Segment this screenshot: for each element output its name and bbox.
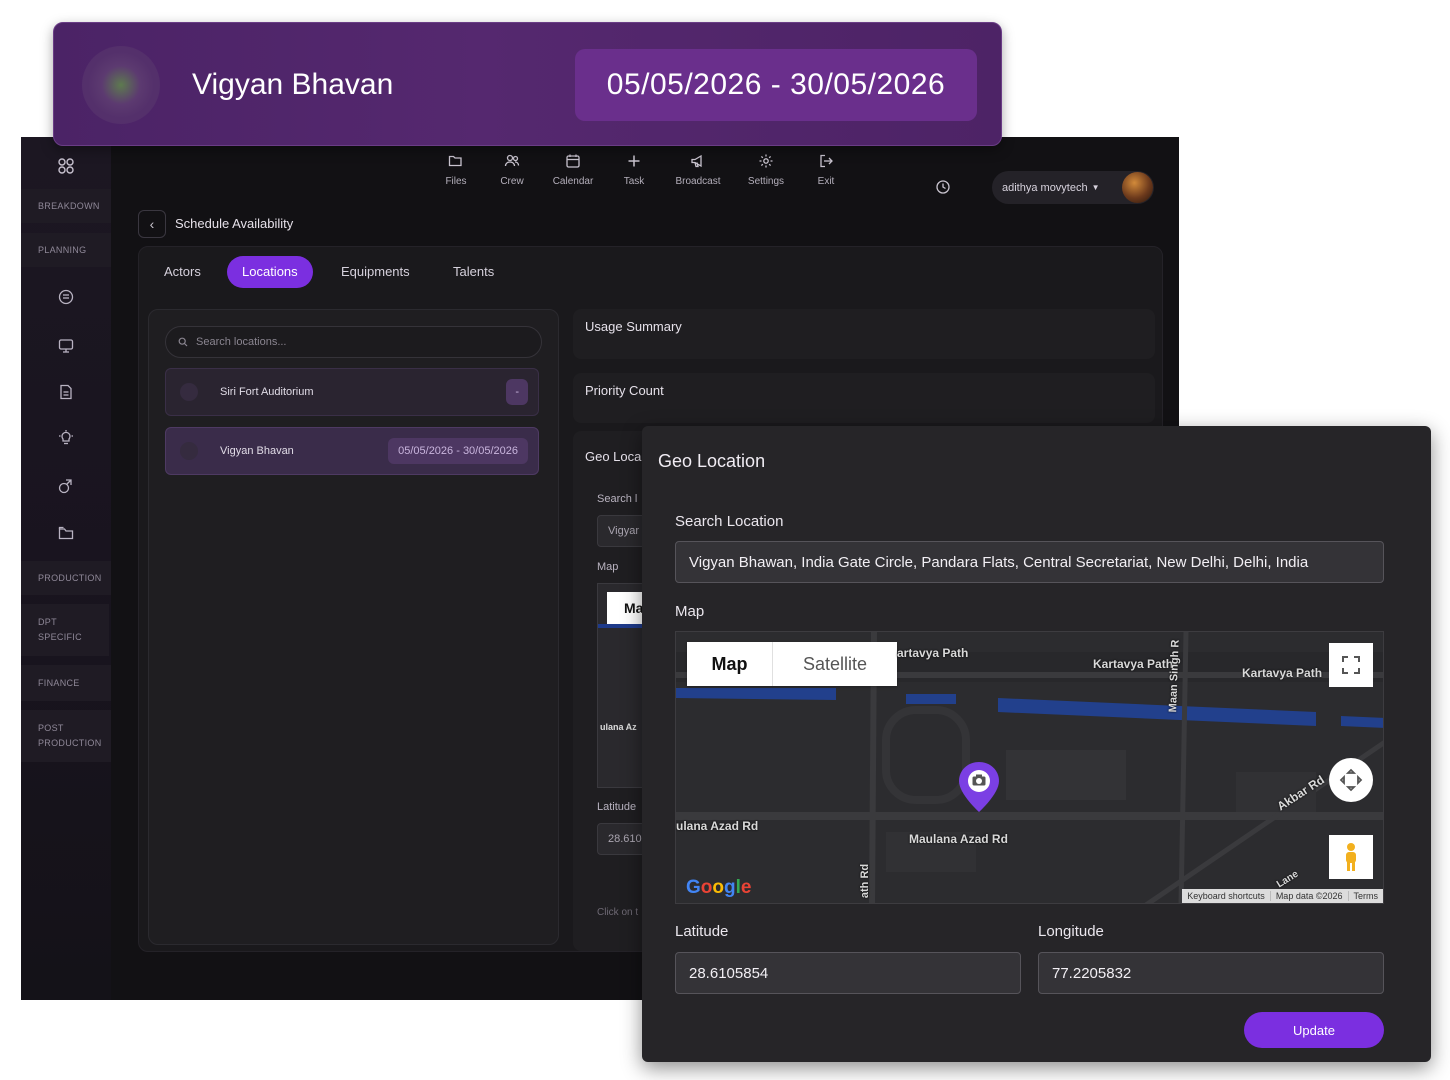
tab-locations[interactable]: Locations (227, 256, 313, 288)
sidebar-section-post-production[interactable]: POST PRODUCTION (21, 710, 111, 762)
search-location-input[interactable]: Vigyan Bhawan, India Gate Circle, Pandar… (675, 541, 1384, 583)
priority-count-card[interactable]: Priority Count (573, 373, 1155, 423)
road-label: ulana Azad Rd (676, 819, 759, 833)
nav-task[interactable]: Task (604, 153, 664, 187)
map-type-control: Map Satellite (687, 642, 897, 686)
road-label: Maan Singh R (1167, 639, 1182, 713)
map-type-map-button[interactable]: Map (687, 642, 773, 686)
top-navigation: Files Crew Calendar Task Broadcast Setti… (21, 153, 1179, 204)
road-label: Kartavya Path (1093, 657, 1174, 671)
plus-icon (628, 155, 640, 167)
google-logo: Google (686, 877, 752, 898)
back-button[interactable]: ‹ (138, 210, 166, 238)
latitude-label: Latitude (675, 923, 729, 940)
location-title: Vigyan Bhavan (192, 68, 394, 101)
location-search-input[interactable]: Search locations... (165, 326, 542, 358)
layers-icon[interactable] (57, 477, 75, 495)
street-view-pegman-icon[interactable] (1329, 835, 1373, 879)
sidebar-section-dpt-specific[interactable]: DPT SPECIFIC (21, 604, 109, 656)
geo-location-modal: Geo Location Search Location Vigyan Bhaw… (642, 426, 1431, 1062)
map-label: Map (675, 603, 705, 620)
longitude-input[interactable]: 77.2205832 (1038, 952, 1384, 994)
megaphone-icon (691, 154, 702, 168)
page-title: Schedule Availability (175, 216, 294, 231)
location-avatar (180, 383, 198, 401)
sidebar: BREAKDOWN PLANNING PRODUCTION DPT SPECIF… (21, 137, 111, 1000)
sidebar-section-production[interactable]: PRODUCTION (21, 561, 111, 595)
sidebar-section-finance[interactable]: FINANCE (21, 665, 111, 701)
road-label: Kartavya Path (1242, 666, 1323, 680)
notes-icon[interactable] (57, 288, 75, 306)
modal-title: Geo Location (658, 451, 766, 471)
user-name: adithya movytech (1002, 181, 1088, 194)
nav-calendar[interactable]: Calendar (543, 153, 603, 187)
location-avatar (180, 442, 198, 460)
locations-list: Search locations... Siri Fort Auditorium… (148, 309, 559, 945)
clock-icon[interactable] (935, 179, 951, 195)
tab-actors[interactable]: Actors (149, 256, 216, 288)
date-badge: 05/05/2026 - 30/05/2026 (388, 438, 528, 464)
users-icon (504, 154, 520, 167)
sidebar-section-planning[interactable]: PLANNING (21, 233, 111, 267)
search-location-label: Search Location (675, 513, 784, 530)
terms-link[interactable]: Terms (1347, 891, 1384, 901)
nav-crew[interactable]: Crew (482, 153, 542, 187)
tab-talents[interactable]: Talents (438, 256, 509, 288)
avatar[interactable] (1122, 172, 1153, 203)
usage-summary-card[interactable]: Usage Summary (573, 309, 1155, 359)
location-header-card: Vigyan Bhavan 05/05/2026 - 30/05/2026 (53, 22, 1002, 146)
user-menu[interactable]: adithya movytech ▼ (992, 171, 1154, 204)
latitude-input[interactable]: 28.6105854 (675, 952, 1021, 994)
keyboard-shortcuts-link[interactable]: Keyboard shortcuts (1182, 891, 1270, 901)
nav-exit[interactable]: Exit (796, 153, 856, 187)
map-type-satellite-button[interactable]: Satellite (773, 642, 897, 686)
fullscreen-icon[interactable] (1329, 643, 1373, 687)
location-pin-icon[interactable] (957, 760, 1001, 814)
road-label: Maulana Azad Rd (909, 832, 1008, 846)
caret-down-icon: ▼ (1091, 183, 1100, 192)
nav-broadcast[interactable]: Broadcast (668, 153, 728, 187)
date-badge: - (506, 379, 528, 405)
nav-files[interactable]: Files (426, 153, 486, 187)
update-button[interactable]: Update (1244, 1012, 1384, 1048)
monitor-icon[interactable] (57, 337, 75, 355)
list-item[interactable]: Vigyan Bhavan 05/05/2026 - 30/05/2026 (165, 427, 539, 475)
screenshot-root: BREAKDOWN PLANNING PRODUCTION DPT SPECIF… (0, 0, 1450, 1080)
map-attribution: Keyboard shortcuts Map data ©2026 Terms (1182, 889, 1383, 903)
bulb-icon[interactable] (57, 429, 75, 447)
calendar-icon (566, 154, 580, 168)
sidebar-section-breakdown[interactable]: BREAKDOWN (21, 189, 111, 223)
google-map[interactable]: Map Satellite artavya Path Kartavya Path… (675, 631, 1384, 904)
folder-open-icon (448, 155, 462, 167)
folder-icon[interactable] (57, 524, 75, 542)
road-label: ath Rd (859, 863, 872, 899)
date-range-badge: 05/05/2026 - 30/05/2026 (575, 49, 977, 121)
gear-icon (759, 154, 773, 168)
longitude-label: Longitude (1038, 923, 1104, 940)
map-data-text: Map data ©2026 (1269, 891, 1348, 901)
tab-equipments[interactable]: Equipments (326, 256, 425, 288)
search-icon (178, 337, 188, 347)
camera-control-icon[interactable] (1329, 758, 1373, 802)
road-label: artavya Path (897, 646, 969, 660)
location-avatar (82, 46, 160, 124)
exit-icon (820, 154, 833, 168)
chevron-left-icon: ‹ (149, 216, 155, 232)
list-item[interactable]: Siri Fort Auditorium - (165, 368, 539, 416)
nav-settings[interactable]: Settings (736, 153, 796, 187)
document-icon[interactable] (57, 383, 75, 401)
